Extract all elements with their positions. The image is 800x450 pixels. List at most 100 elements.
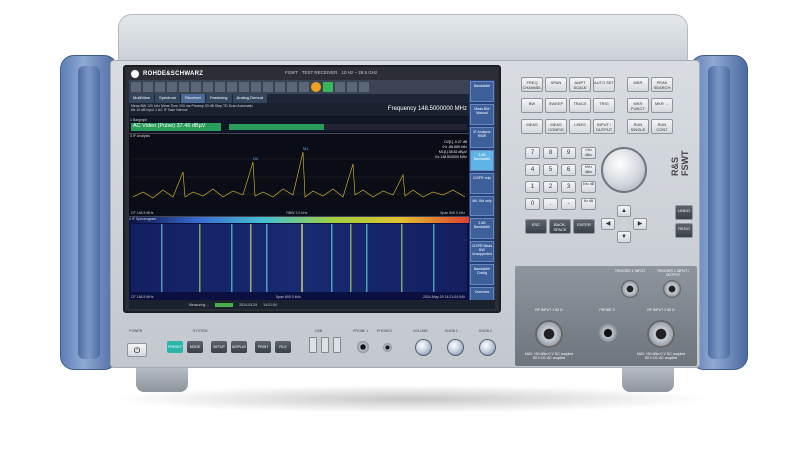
key-7[interactable]: 7 [525, 147, 540, 159]
softkey-bandwidth-config[interactable]: Bandwidth Config [470, 264, 494, 286]
mkr-funct-key[interactable]: MKR FUNCT [627, 98, 649, 113]
unit-mhz-key[interactable]: MHz dBm [581, 164, 596, 176]
volume-knob[interactable] [415, 339, 432, 356]
knob-1[interactable] [447, 339, 464, 356]
camera-icon[interactable] [359, 82, 369, 92]
meas-config-key[interactable]: MEAS CONFIG [545, 119, 567, 134]
arrow-down-icon[interactable]: ▼ [617, 231, 631, 243]
mode-button[interactable]: MODE [187, 341, 203, 353]
usb-port[interactable] [333, 337, 341, 353]
display-button[interactable]: DISPLAY [231, 341, 247, 353]
toolbar-icon[interactable] [239, 82, 249, 92]
refresh-icon[interactable] [323, 82, 333, 92]
lines-key[interactable]: LINES [569, 119, 591, 134]
toolbar-icon[interactable] [263, 82, 273, 92]
auto-set-key[interactable]: AUTO SET [593, 77, 615, 92]
run-single-key[interactable]: RUN SINGLE [627, 119, 649, 134]
arrow-up-icon[interactable]: ▲ [617, 205, 631, 217]
key-minus[interactable]: - [561, 198, 576, 210]
toolbar-icon[interactable] [167, 82, 177, 92]
tab-multiview[interactable]: MultiView [129, 94, 155, 103]
softkey-bandwidth[interactable]: Bandwidth [470, 81, 494, 102]
toolbar-icon[interactable] [191, 82, 201, 92]
print-button[interactable]: PRINT [255, 341, 271, 353]
preset-button[interactable]: PRESET [167, 341, 183, 353]
toolbar-icon[interactable] [155, 82, 165, 92]
tab-fastening[interactable]: Fastening [205, 94, 232, 103]
freq-key[interactable]: FREQ CHANNEL [521, 77, 543, 92]
frequency-readout[interactable]: Frequency 148.5000000 MHz [388, 106, 467, 112]
run-cont-key[interactable]: RUN CONT [651, 119, 673, 134]
bw-key[interactable]: BW [521, 98, 543, 113]
key-decimal[interactable]: . [543, 198, 558, 210]
softkey-3db-bandwidth[interactable]: 3 dB Bandwidth [470, 149, 494, 171]
key-5[interactable]: 5 [543, 164, 558, 176]
redo-key[interactable]: REDO [675, 223, 693, 238]
mkr-key[interactable]: MKR [627, 77, 649, 92]
arrow-left-icon[interactable]: ◀ [601, 218, 615, 230]
key-9[interactable]: 9 [561, 147, 576, 159]
sweep-key[interactable]: SWEEP [545, 98, 567, 113]
tab-analog-demod[interactable]: Analog Demod [232, 94, 268, 103]
key-0[interactable]: 0 [525, 198, 540, 210]
toolbar-icon[interactable] [299, 82, 309, 92]
unit-khz-key[interactable]: kHz dB [581, 181, 596, 193]
probe-connector[interactable] [599, 324, 617, 342]
softkey-if-analysis-rbw[interactable]: IF Analysis RBW [470, 126, 494, 148]
softkey-cispr-unsupported[interactable]: CISPR Meas BW Unsupported [470, 241, 494, 263]
power-button[interactable]: ⏻ [127, 343, 147, 357]
rotary-knob[interactable] [601, 147, 647, 193]
backspace-key[interactable]: BACK-SPACE [549, 219, 571, 234]
if-analysis-panel[interactable]: 3 IF Analysis D2 M1 D2[1] -0.27 dB 0 k -… [129, 133, 469, 215]
esc-key[interactable]: ESC [525, 219, 547, 234]
enter-key[interactable]: ENTER [573, 219, 595, 234]
meas-key[interactable]: MEAS [521, 119, 543, 134]
trigger-output-connector[interactable] [663, 280, 681, 298]
usb-port[interactable] [309, 337, 317, 353]
rf-input-1-connector[interactable] [535, 320, 563, 348]
input-output-key[interactable]: INPUT / OUTPUT [593, 119, 615, 134]
unit-ghz-key[interactable]: GHz dBm [581, 147, 596, 159]
tab-receiver[interactable]: Receiver [181, 94, 205, 103]
probe1-jack[interactable] [357, 341, 369, 353]
phones-jack[interactable] [383, 343, 392, 352]
trigger-input-connector[interactable] [621, 280, 639, 298]
softkey-mil-std-only[interactable]: MIL Std only [470, 195, 494, 217]
toolbar-icon[interactable] [251, 82, 261, 92]
usb-port[interactable] [321, 337, 329, 353]
tab-spectrum[interactable]: Spectrum [155, 94, 181, 103]
ampt-key[interactable]: AMPT SCALE [569, 77, 591, 92]
warning-icon[interactable] [311, 82, 321, 92]
toolbar-icon[interactable] [131, 82, 141, 92]
key-1[interactable]: 1 [525, 181, 540, 193]
toolbar-icon[interactable] [287, 82, 297, 92]
key-4[interactable]: 4 [525, 164, 540, 176]
softkey-meas-bw-manual[interactable]: Meas BW Manual [470, 103, 494, 125]
key-3[interactable]: 3 [561, 181, 576, 193]
toolbar-icon[interactable] [347, 82, 357, 92]
setup-button[interactable]: SETUP [211, 341, 227, 353]
rf-input-2-connector[interactable] [647, 320, 675, 348]
toolbar-icon[interactable] [227, 82, 237, 92]
toolbar-icon[interactable] [275, 82, 285, 92]
unit-hz-key[interactable]: Hz dB [581, 198, 596, 210]
key-8[interactable]: 8 [543, 147, 558, 159]
softkey-cispr-only[interactable]: CISPR only [470, 172, 494, 194]
toolbar-icon[interactable] [203, 82, 213, 92]
toolbar-icon[interactable] [179, 82, 189, 92]
undo-key[interactable]: UNDO [675, 205, 693, 220]
span-key[interactable]: SPAN [545, 77, 567, 92]
file-button[interactable]: FILE [275, 341, 291, 353]
trig-key[interactable]: TRIG [593, 98, 615, 113]
toolbar-icon[interactable] [215, 82, 225, 92]
arrow-right-icon[interactable]: ▶ [633, 218, 647, 230]
key-6[interactable]: 6 [561, 164, 576, 176]
peak-search-key[interactable]: PEAK SEARCH [651, 77, 673, 92]
toolbar-icon[interactable] [143, 82, 153, 92]
trace-key[interactable]: TRACE [569, 98, 591, 113]
key-2[interactable]: 2 [543, 181, 558, 193]
display-screen[interactable]: MultiView Spectrum Receiver Fastening An… [129, 80, 495, 309]
mkr-to-key[interactable]: MKR → [651, 98, 673, 113]
softkey-3db-bandwidth-2[interactable]: 3 dB Bandwidth [470, 218, 494, 240]
spectrogram-panel[interactable]: 4 IF Spectrogram CF 148.5 MHz Span 690.0… [129, 216, 469, 300]
